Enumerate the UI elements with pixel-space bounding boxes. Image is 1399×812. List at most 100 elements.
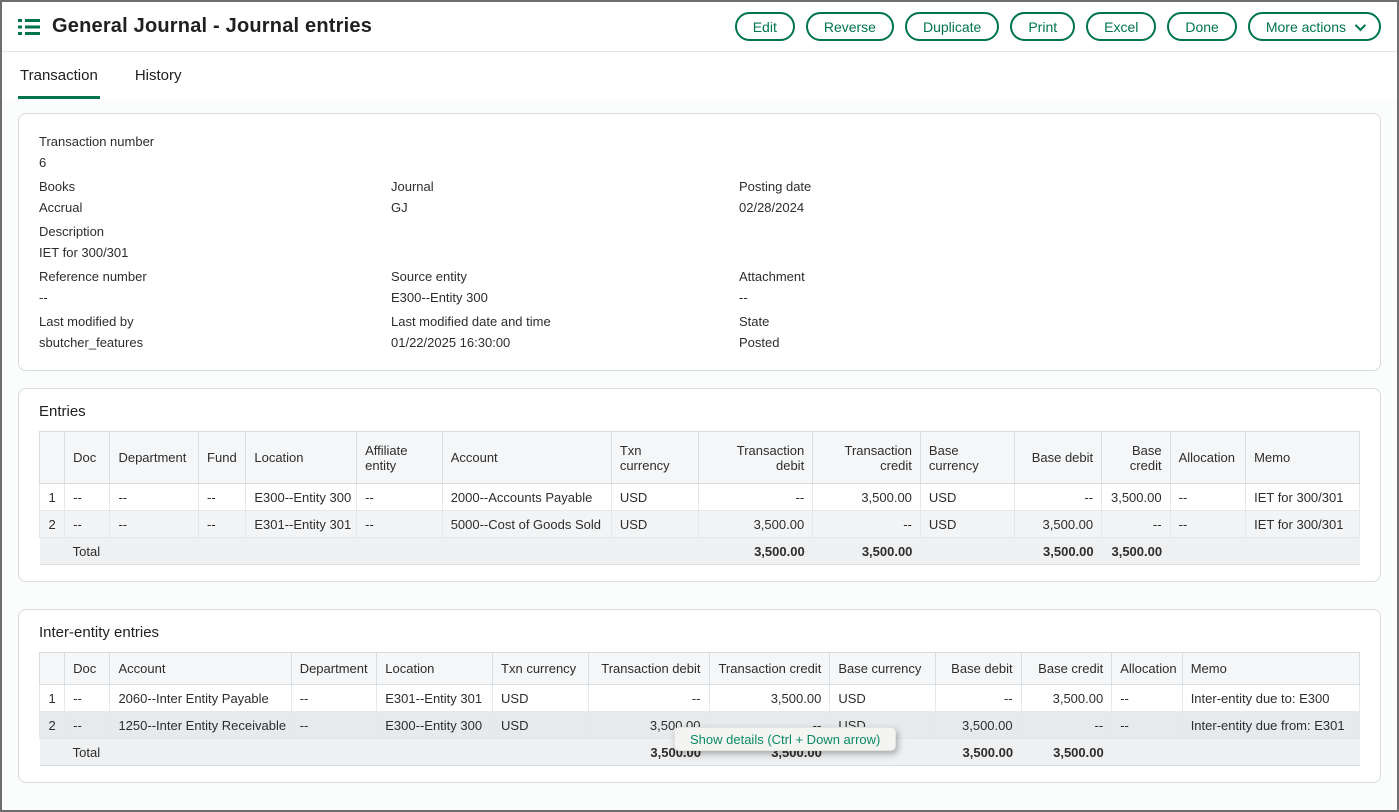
ie-col-memo: Memo: [1182, 653, 1359, 685]
cell-transaction-credit: --: [813, 511, 921, 538]
source-entity-value: E300--Entity 300: [391, 290, 739, 305]
entries-col-transaction-debit: Transaction debit: [699, 432, 813, 484]
cell-base-currency: USD: [920, 484, 1014, 511]
field-last-modified-by: Last modified by sbutcher_features: [39, 314, 391, 350]
excel-button[interactable]: Excel: [1086, 12, 1156, 41]
row-number: 2: [40, 712, 65, 739]
more-actions-label: More actions: [1266, 19, 1346, 35]
field-attachment: Attachment --: [739, 269, 1360, 305]
duplicate-button[interactable]: Duplicate: [905, 12, 999, 41]
cell-txn-currency: USD: [611, 511, 699, 538]
cell-department: --: [291, 712, 377, 739]
field-source-entity: Source entity E300--Entity 300: [391, 269, 739, 305]
total-transaction-debit: 3,500.00: [699, 538, 813, 565]
action-buttons: Edit Reverse Duplicate Print Excel Done …: [735, 12, 1381, 41]
inter-entity-panel: Inter-entity entries Doc Account Departm…: [18, 609, 1381, 783]
show-details-tooltip: Show details (Ctrl + Down arrow): [674, 727, 896, 751]
ie-col-transaction-debit: Transaction debit: [588, 653, 709, 685]
cell-location: E300--Entity 300: [246, 484, 357, 511]
cell-department: --: [291, 685, 377, 712]
tab-history[interactable]: History: [133, 52, 184, 99]
app-window: General Journal - Journal entries Edit R…: [0, 0, 1399, 812]
content-area: Transaction number 6 Books Accrual Journ…: [2, 99, 1397, 812]
reverse-button[interactable]: Reverse: [806, 12, 894, 41]
ie-col-rownum: [40, 653, 65, 685]
total-transaction-credit: 3,500.00: [813, 538, 921, 565]
last-modified-datetime-value: 01/22/2025 16:30:00: [391, 335, 739, 350]
field-reference-number: Reference number --: [39, 269, 391, 305]
ie-col-department: Department: [291, 653, 377, 685]
field-last-modified-datetime: Last modified date and time 01/22/2025 1…: [391, 314, 739, 350]
posting-date-label: Posting date: [739, 179, 1360, 194]
description-label: Description: [39, 224, 391, 239]
cell-txn-currency: USD: [493, 685, 589, 712]
page-title: General Journal - Journal entries: [52, 15, 372, 38]
entries-row-1[interactable]: 1 -- -- -- E300--Entity 300 -- 2000--Acc…: [40, 484, 1360, 511]
cell-memo: Inter-entity due from: E301: [1182, 712, 1359, 739]
field-transaction-number: Transaction number 6: [39, 134, 391, 170]
entries-col-base-debit: Base debit: [1014, 432, 1102, 484]
last-modified-datetime-label: Last modified date and time: [391, 314, 739, 329]
cell-allocation: --: [1170, 511, 1246, 538]
cell-doc: --: [65, 685, 110, 712]
print-button[interactable]: Print: [1010, 12, 1075, 41]
cell-fund: --: [199, 484, 246, 511]
top-bar: General Journal - Journal entries Edit R…: [2, 2, 1397, 52]
cell-base-currency: USD: [920, 511, 1014, 538]
done-button[interactable]: Done: [1167, 12, 1236, 41]
cell-allocation: --: [1112, 685, 1182, 712]
total-spacer: [40, 739, 65, 766]
total-label: Total: [65, 538, 110, 565]
journal-list-icon[interactable]: [18, 18, 40, 36]
entries-header-row: Doc Department Fund Location Affiliate e…: [40, 432, 1360, 484]
cell-account: 1250--Inter Entity Receivable: [110, 712, 291, 739]
entries-col-account: Account: [442, 432, 611, 484]
entries-col-memo: Memo: [1246, 432, 1360, 484]
source-entity-label: Source entity: [391, 269, 739, 284]
total-spacer: [40, 538, 65, 565]
total-label: Total: [65, 739, 110, 766]
books-label: Books: [39, 179, 391, 194]
cell-doc: --: [65, 511, 110, 538]
more-actions-button[interactable]: More actions: [1248, 12, 1381, 41]
ie-col-base-debit: Base debit: [936, 653, 1022, 685]
field-posting-date: Posting date 02/28/2024: [739, 179, 1360, 215]
cell-memo: IET for 300/301: [1246, 511, 1360, 538]
cell-txn-currency: USD: [493, 712, 589, 739]
edit-button[interactable]: Edit: [735, 12, 795, 41]
tooltip-text: Show details (Ctrl + Down arrow): [690, 732, 880, 747]
total-base-credit: 3,500.00: [1021, 739, 1112, 766]
entries-col-affiliate-entity: Affiliate entity: [357, 432, 443, 484]
reference-number-value: --: [39, 290, 391, 305]
ie-col-doc: Doc: [65, 653, 110, 685]
transaction-number-label: Transaction number: [39, 134, 391, 149]
attachment-value: --: [739, 290, 1360, 305]
field-state: State Posted: [739, 314, 1360, 350]
chevron-down-icon: [1355, 19, 1366, 30]
cell-txn-currency: USD: [611, 484, 699, 511]
description-value: IET for 300/301: [39, 245, 391, 260]
cell-transaction-credit: 3,500.00: [709, 685, 830, 712]
entries-row-2[interactable]: 2 -- -- -- E301--Entity 301 -- 5000--Cos…: [40, 511, 1360, 538]
cell-department: --: [110, 484, 199, 511]
cell-base-debit: 3,500.00: [1014, 511, 1102, 538]
inter-entity-header-row: Doc Account Department Location Txn curr…: [40, 653, 1360, 685]
tab-transaction[interactable]: Transaction: [18, 52, 100, 99]
last-modified-by-label: Last modified by: [39, 314, 391, 329]
state-label: State: [739, 314, 1360, 329]
cell-base-credit: 3,500.00: [1021, 685, 1112, 712]
cell-doc: --: [65, 712, 110, 739]
attachment-label: Attachment: [739, 269, 1360, 284]
entries-table: Doc Department Fund Location Affiliate e…: [39, 431, 1360, 565]
entries-col-base-credit: Base credit: [1102, 432, 1170, 484]
inter-entity-row-1[interactable]: 1 -- 2060--Inter Entity Payable -- E301-…: [40, 685, 1360, 712]
journal-value: GJ: [391, 200, 739, 215]
ie-col-account: Account: [110, 653, 291, 685]
entries-panel: Entries Doc Department Fund Location A: [18, 388, 1381, 582]
cell-base-credit: --: [1102, 511, 1170, 538]
cell-location: E301--Entity 301: [377, 685, 493, 712]
total-base-credit: 3,500.00: [1102, 538, 1170, 565]
row-number: 1: [40, 484, 65, 511]
ie-col-txn-currency: Txn currency: [493, 653, 589, 685]
entries-title: Entries: [39, 403, 1360, 420]
